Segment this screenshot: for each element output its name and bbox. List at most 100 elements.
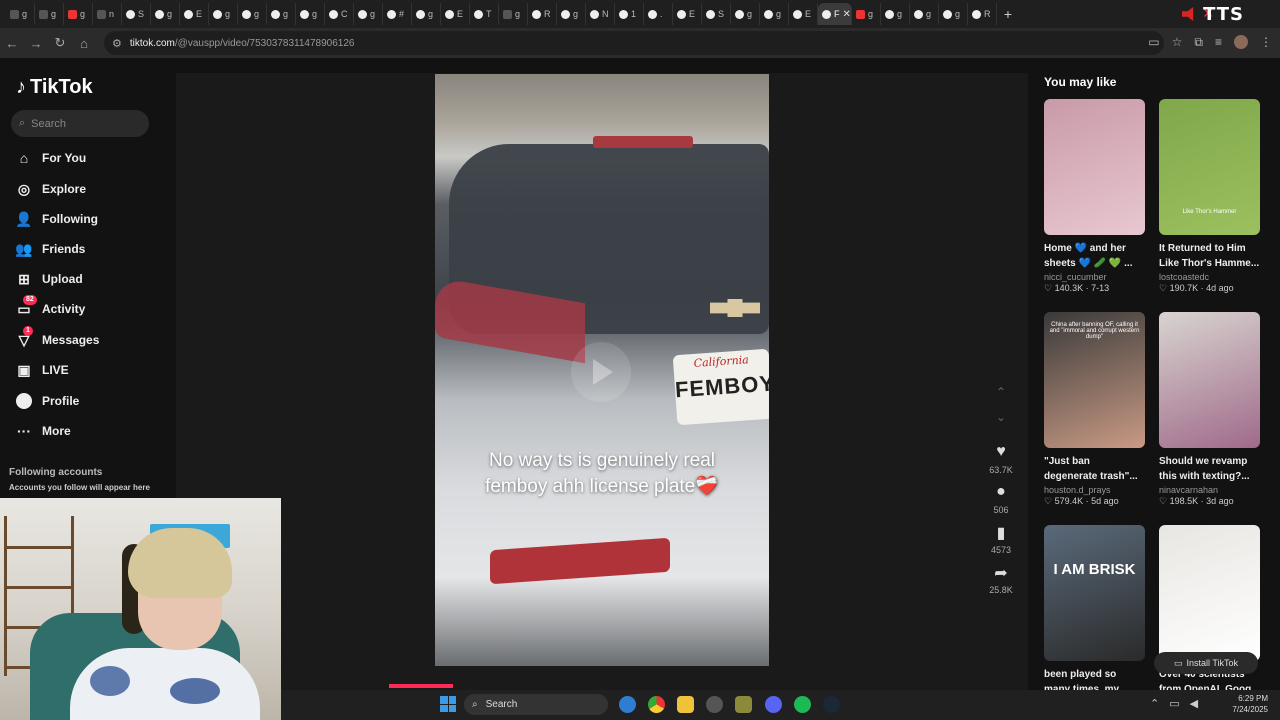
browser-tab[interactable]: .	[644, 3, 673, 25]
browser-tab[interactable]: E	[673, 3, 702, 25]
close-tab-icon[interactable]: ✕	[843, 9, 851, 20]
browser-tab[interactable]: E	[180, 3, 209, 25]
windows-start-icon[interactable]	[440, 696, 456, 712]
recommended-video[interactable]: Home 💙 and her sheets 💙 🥒 💚 ... nicci_cuc…	[1044, 99, 1145, 294]
new-tab-button[interactable]: +	[997, 6, 1019, 22]
browser-tab[interactable]: g	[499, 3, 528, 25]
recommended-title[interactable]: Should we revamp this with texting?...	[1159, 454, 1260, 484]
extensions-icon[interactable]: ⧉	[1194, 35, 1203, 50]
browser-tab[interactable]: g	[557, 3, 586, 25]
browser-tab[interactable]: g	[731, 3, 760, 25]
settings-icon[interactable]	[706, 696, 723, 713]
sidebar-item-upload[interactable]: ⊞ Upload	[16, 271, 83, 287]
play-icon[interactable]	[571, 342, 631, 402]
browser-tab[interactable]: g	[939, 3, 968, 25]
video-thumbnail[interactable]: China after banning OF, calling it and "…	[1044, 312, 1145, 448]
chrome-icon[interactable]	[648, 696, 665, 713]
sidebar-item-live[interactable]: ▣ LIVE	[16, 362, 68, 378]
recommended-username[interactable]: houston.d_prays	[1044, 485, 1145, 495]
share-button[interactable]: ➦ 25.8K	[989, 563, 1013, 595]
recommended-video[interactable]: Should we revamp this with texting?... ni…	[1159, 312, 1260, 507]
install-tiktok-button[interactable]: ▭ Install TikTok	[1154, 652, 1258, 674]
chevron-down-icon[interactable]: ⌄	[996, 410, 1006, 435]
steam-icon[interactable]	[823, 696, 840, 713]
reload-icon[interactable]: ↻	[48, 35, 72, 51]
site-info-icon[interactable]: ⚙	[112, 37, 122, 50]
file-explorer-icon[interactable]	[677, 696, 694, 713]
recommended-title[interactable]: Home 💙 and her sheets 💙 🥒 💚 ...	[1044, 241, 1145, 271]
browser-tab[interactable]: g	[910, 3, 939, 25]
browser-tab[interactable]: 1	[615, 3, 644, 25]
comment-button[interactable]: ● 506	[993, 483, 1008, 515]
spotify-icon[interactable]	[794, 696, 811, 713]
sidebar-item-explore[interactable]: ◎ Explore	[16, 181, 86, 197]
recommended-video[interactable]: China after banning OF, calling it and "…	[1044, 312, 1145, 507]
browser-tab[interactable]: R	[968, 3, 997, 25]
browser-tab[interactable]: R	[528, 3, 557, 25]
browser-tab[interactable]: g	[354, 3, 383, 25]
cast-icon[interactable]: ▭	[1148, 35, 1159, 50]
recommended-video[interactable]: Like Thor's Hammer It Returned to Him Lik…	[1159, 99, 1260, 294]
video-thumbnail[interactable]: I AM BRISK	[1044, 525, 1145, 661]
app-icon[interactable]	[735, 696, 752, 713]
bookmark-star-icon[interactable]: ☆	[1172, 35, 1183, 50]
browser-tab[interactable]: g	[64, 3, 93, 25]
browser-tab[interactable]: g	[881, 3, 910, 25]
browser-tab[interactable]: n	[93, 3, 122, 25]
browser-tab[interactable]: #	[383, 3, 412, 25]
discord-icon[interactable]	[765, 696, 782, 713]
sidebar-item-for-you[interactable]: ⌂ For You	[16, 150, 86, 166]
browser-tab[interactable]: g	[852, 3, 881, 25]
browser-tab[interactable]: g	[151, 3, 180, 25]
forward-icon[interactable]: →	[24, 36, 48, 51]
browser-tab[interactable]: g	[760, 3, 789, 25]
taskbar-clock[interactable]: 6:29 PM 7/24/2025	[1226, 693, 1268, 715]
sidebar-item-activity[interactable]: ▭ 82 Activity	[16, 295, 85, 317]
video-thumbnail[interactable]	[1159, 312, 1260, 448]
browser-tab[interactable]: T	[470, 3, 499, 25]
browser-tab[interactable]: g	[267, 3, 296, 25]
home-browser-icon[interactable]: ⌂	[72, 36, 96, 51]
browser-tab[interactable]: g	[209, 3, 238, 25]
chevron-up-icon[interactable]: ⌃	[996, 385, 1006, 410]
browser-tab[interactable]: S	[122, 3, 151, 25]
browser-menu-icon[interactable]: ⋮	[1260, 35, 1272, 50]
reading-list-icon[interactable]: ≡	[1215, 35, 1222, 50]
browser-tab[interactable]: E	[441, 3, 470, 25]
browser-tab[interactable]: g	[296, 3, 325, 25]
sidebar-item-profile[interactable]: Profile	[16, 393, 79, 409]
video-progress-bar[interactable]	[389, 684, 453, 688]
like-button[interactable]: ♥ 63.7K	[989, 443, 1013, 475]
video-thumbnail[interactable]	[1159, 525, 1260, 661]
video-thumbnail[interactable]	[1044, 99, 1145, 235]
volume-icon[interactable]: ◀	[1190, 697, 1198, 710]
recommended-video[interactable]: I AM BRISKbeen played so many times, my …	[1044, 525, 1145, 697]
recommended-username[interactable]: lostcoastedc	[1159, 272, 1260, 282]
active-browser-tab[interactable]: F ✕	[818, 3, 852, 25]
recommended-username[interactable]: nicci_cucumber	[1044, 272, 1145, 282]
address-bar[interactable]: ⚙ tiktok.com/@vauspp/video/7530378311478…	[104, 31, 1164, 55]
browser-tab[interactable]: g	[35, 3, 64, 25]
edge-icon[interactable]	[619, 696, 636, 713]
browser-profile-avatar[interactable]	[1234, 35, 1248, 49]
back-icon[interactable]: ←	[0, 36, 24, 51]
recommended-title[interactable]: "Just ban degenerate trash"...	[1044, 454, 1145, 484]
browser-tab[interactable]: C	[325, 3, 354, 25]
browser-tab[interactable]: E	[789, 3, 818, 25]
browser-tab[interactable]: g	[412, 3, 441, 25]
sidebar-item-friends[interactable]: 👥 Friends	[15, 241, 85, 257]
network-icon[interactable]: ▭	[1169, 697, 1179, 710]
browser-tab[interactable]: N	[586, 3, 615, 25]
tiktok-logo[interactable]: ♪ TikTok	[16, 76, 93, 99]
recommended-username[interactable]: ninavcarnahan	[1159, 485, 1260, 495]
sidebar-item-more[interactable]: ··· More	[16, 423, 71, 439]
tray-chevron-icon[interactable]: ⌃	[1150, 697, 1159, 710]
recommended-title[interactable]: It Returned to Him Like Thor's Hamme...	[1159, 241, 1260, 271]
browser-tab[interactable]: S	[702, 3, 731, 25]
browser-tab[interactable]: g	[238, 3, 267, 25]
sidebar-item-following[interactable]: 👤 Following	[15, 211, 98, 227]
taskbar-search[interactable]: ⌕ Search	[464, 694, 608, 715]
video-thumbnail[interactable]: Like Thor's Hammer	[1159, 99, 1260, 235]
search-input[interactable]: ⌕ Search	[11, 110, 149, 137]
sidebar-item-messages[interactable]: ▽ 1 Messages	[16, 326, 99, 348]
